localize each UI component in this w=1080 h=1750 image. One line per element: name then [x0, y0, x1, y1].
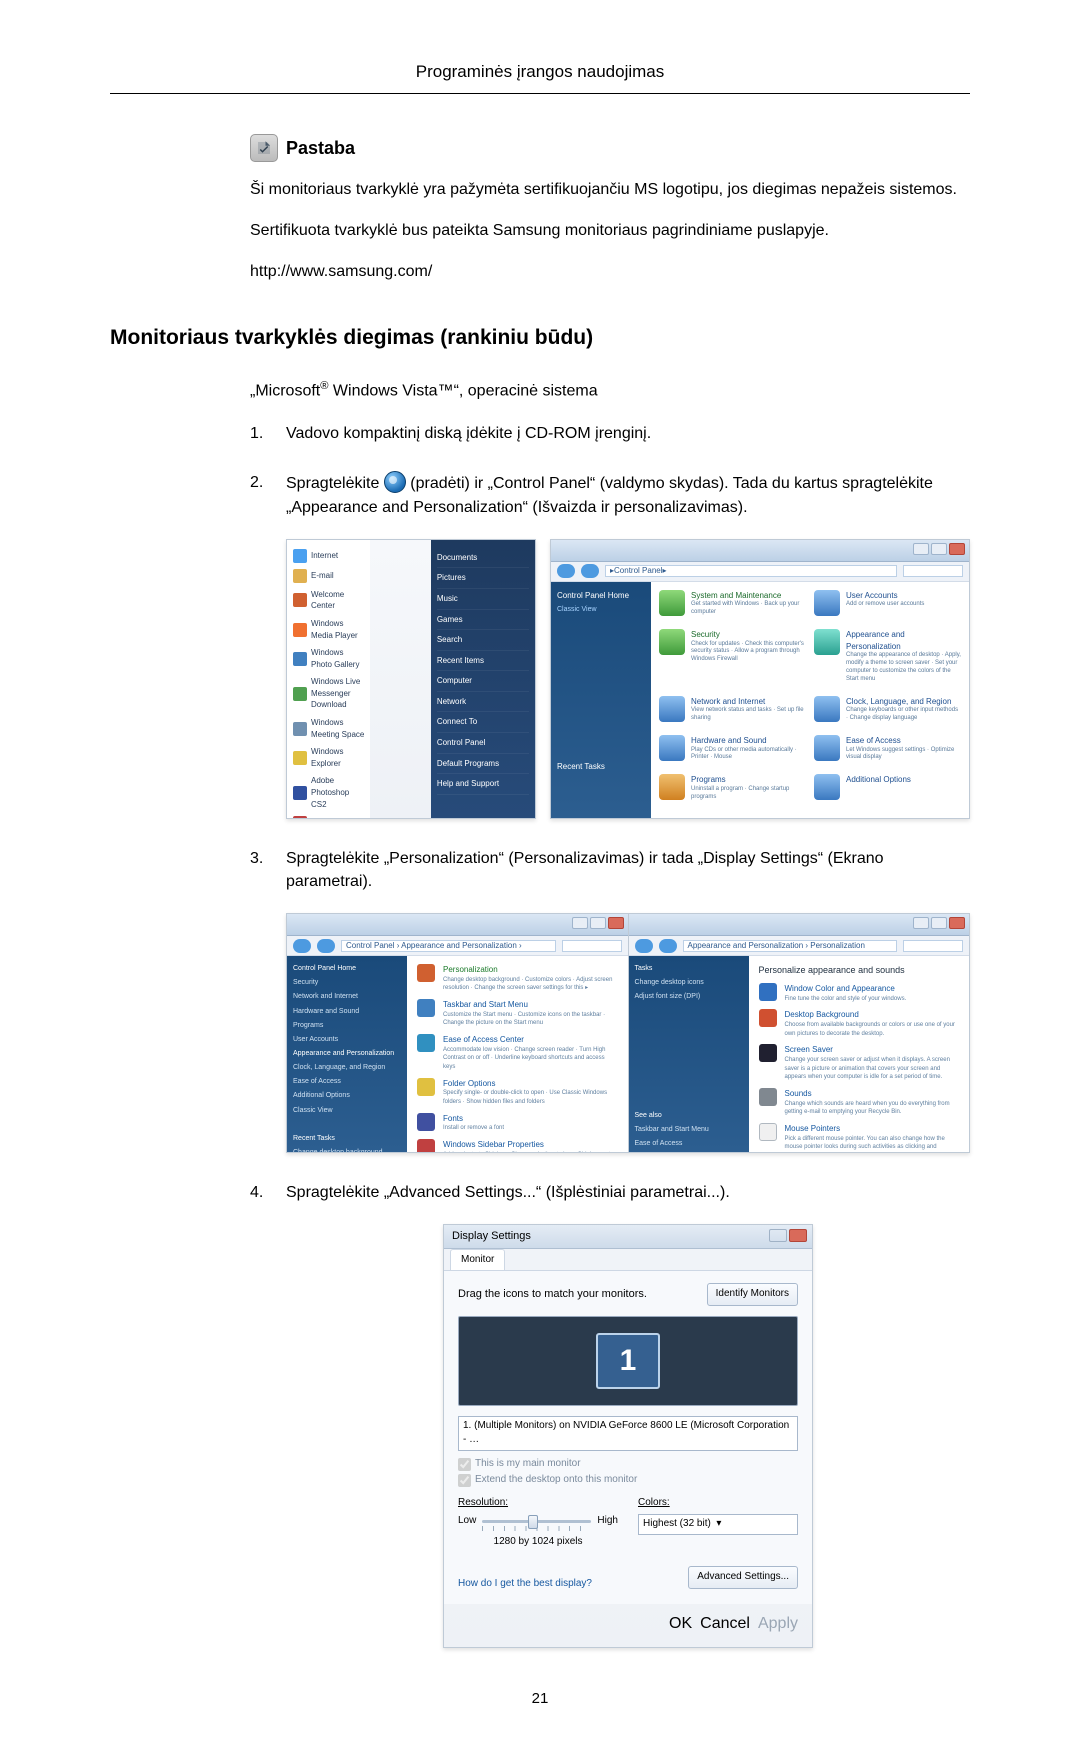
- nav-fwd-icon: [581, 564, 599, 578]
- note-title: Pastaba: [286, 135, 355, 161]
- page-number: 21: [110, 1688, 970, 1710]
- resolution-value: 1280 by 1024 pixels: [458, 1535, 618, 1550]
- section-intro: „Microsoft® Windows Vista™“, operacinė s…: [250, 378, 970, 403]
- header-rule: [110, 93, 970, 94]
- identify-monitors-button[interactable]: Identify Monitors: [707, 1283, 798, 1306]
- colors-label: Colors:: [638, 1496, 798, 1511]
- note-icon: [250, 134, 278, 162]
- drag-label: Drag the icons to match your monitors.: [458, 1287, 647, 1303]
- page-header: Programinės įrangos naudojimas: [110, 60, 970, 93]
- help-icon[interactable]: [769, 1229, 787, 1242]
- monitor-1-icon[interactable]: 1: [596, 1333, 660, 1389]
- note-url: http://www.samsung.com/: [250, 260, 970, 283]
- apply-button[interactable]: Apply: [758, 1612, 798, 1635]
- ok-button[interactable]: OK: [669, 1612, 692, 1635]
- step-1-text: Vadovo kompaktinį diską įdėkite į CD-ROM…: [286, 425, 651, 442]
- resolution-label: Resolution:: [458, 1496, 618, 1511]
- step-2-text-a: Spragtelėkite: [286, 475, 384, 492]
- start-orb-icon: [384, 471, 406, 493]
- screenshot-appearance-personalization: Control Panel › Appearance and Personali…: [286, 913, 970, 1153]
- step-2: Spragtelėkite (pradėti) ir „Control Pane…: [250, 471, 970, 818]
- screenshot-control-panel: ▸ Control Panel ▸ Control Panel Home Cla…: [550, 539, 970, 819]
- note-block: Pastaba Ši monitoriaus tvarkyklė yra paž…: [250, 134, 970, 284]
- dialog-title: Display Settings: [452, 1229, 531, 1245]
- close-icon[interactable]: [789, 1229, 807, 1242]
- step-3-text: Spragtelėkite „Personalization“ (Persona…: [286, 850, 884, 890]
- step-4-text: Spragtelėkite „Advanced Settings...“ (Iš…: [286, 1184, 730, 1201]
- extend-desktop-checkbox[interactable]: Extend the desktop onto this monitor: [458, 1473, 798, 1488]
- monitor-preview[interactable]: 1: [458, 1316, 798, 1406]
- step-4: Spragtelėkite „Advanced Settings...“ (Iš…: [250, 1181, 970, 1648]
- advanced-settings-button[interactable]: Advanced Settings...: [688, 1566, 798, 1589]
- cancel-button[interactable]: Cancel: [700, 1612, 750, 1635]
- screenshot-display-settings: Display Settings Monitor Drag the icons …: [443, 1224, 813, 1648]
- screenshot-start-menu: Internet E-mail Welcome Center Windows M…: [286, 539, 536, 819]
- section-title: Monitoriaus tvarkyklės diegimas (rankini…: [110, 323, 970, 353]
- tab-monitor[interactable]: Monitor: [450, 1249, 505, 1271]
- step-3: Spragtelėkite „Personalization“ (Persona…: [250, 847, 970, 1153]
- note-para-1: Ši monitoriaus tvarkyklė yra pažymėta se…: [250, 178, 970, 201]
- note-para-2: Sertifikuota tvarkyklė bus pateikta Sams…: [250, 219, 970, 242]
- monitor-select[interactable]: 1. (Multiple Monitors) on NVIDIA GeForce…: [458, 1416, 798, 1451]
- colors-select[interactable]: Highest (32 bit) ▾: [638, 1514, 798, 1535]
- nav-back-icon: [557, 564, 575, 578]
- step-1: Vadovo kompaktinį diską įdėkite į CD-ROM…: [250, 422, 970, 445]
- main-monitor-checkbox[interactable]: This is my main monitor: [458, 1457, 798, 1472]
- best-display-link[interactable]: How do I get the best display?: [458, 1577, 592, 1592]
